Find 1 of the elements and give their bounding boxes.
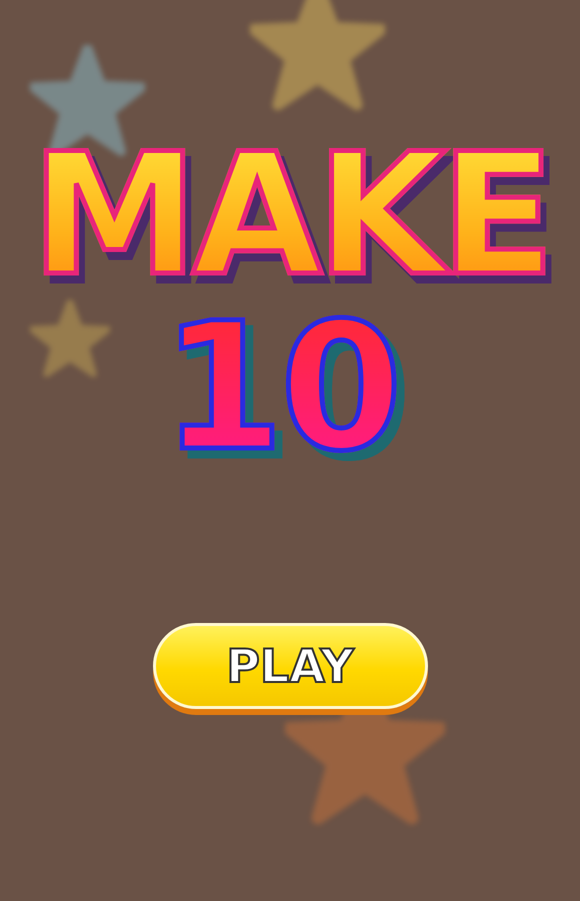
star-icon — [30, 300, 110, 380]
